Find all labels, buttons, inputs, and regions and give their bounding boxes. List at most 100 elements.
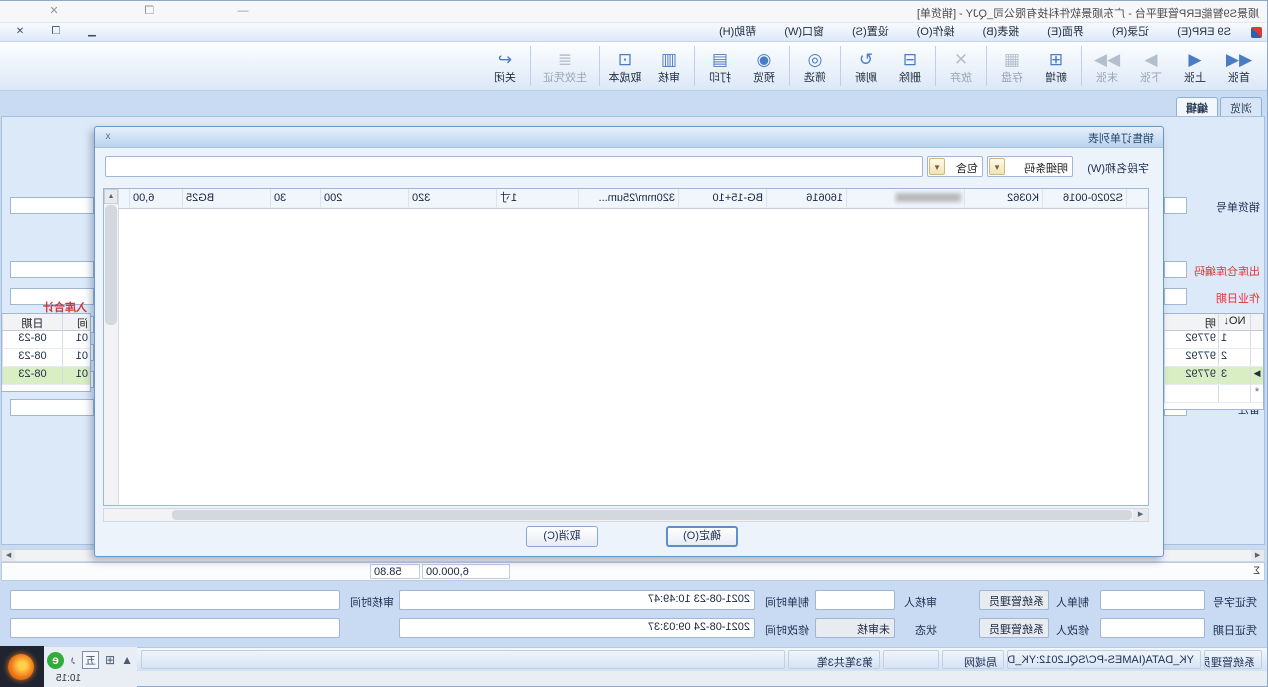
field-input-end[interactable] — [10, 261, 94, 278]
toolbar-separator — [789, 46, 790, 86]
search-operator-select[interactable]: 包含 ▼ — [927, 156, 983, 177]
menu-item-4[interactable]: 操作(O) — [903, 23, 969, 41]
minimize-window-icon[interactable]: — — [235, 4, 251, 19]
toolbar-button-审核[interactable]: ▥审核 — [647, 42, 691, 90]
审核-icon: ▥ — [661, 50, 677, 72]
toolbar-button-刷新[interactable]: ↻刷新 — [844, 42, 888, 90]
toolbar-button-删除[interactable]: ⊟删除 — [888, 42, 932, 90]
audit-time-label: 审核时间 — [350, 594, 394, 610]
order-row[interactable]: S2020-0016K0362160616BG-15+10320mm/25um.… — [117, 189, 1148, 208]
restore-window-icon[interactable]: ❐ — [141, 4, 157, 19]
dialog-close-icon[interactable]: x — [101, 130, 115, 144]
cancel-button[interactable]: 取消(C) — [526, 526, 598, 547]
toolbar-button-label: 取成本 — [609, 72, 642, 85]
menu-item-1[interactable]: 记录(R) — [1098, 23, 1163, 41]
search-input[interactable] — [105, 156, 923, 177]
menu-item-7[interactable]: 帮助(H) — [705, 23, 770, 41]
field-input-end[interactable] — [10, 399, 94, 416]
toolbar-button-首张[interactable]: ◀◀首张 — [1217, 42, 1261, 90]
customer-name-blur — [895, 193, 961, 203]
creator-field: 系统管理员 — [979, 590, 1049, 610]
toolbar-button-新增[interactable]: ⊞新增 — [1034, 42, 1078, 90]
toolbar-button-打印[interactable]: ▤打印 — [698, 42, 742, 90]
close-window-icon[interactable]: ✕ — [46, 4, 62, 19]
toolbar-separator — [694, 46, 695, 86]
field-input-end[interactable] — [10, 197, 94, 214]
toolbar-button-label: 关闭 — [494, 72, 516, 85]
status-user: 系统管理员 — [1204, 650, 1262, 669]
right-grid-row[interactable]: 0108-23 — [2, 349, 90, 367]
scroll-right-icon[interactable]: ▶ — [2, 550, 15, 561]
left-grid-row[interactable]: ▶397792 — [1164, 367, 1263, 385]
toolbar-button-存盘: ▦存盘 — [990, 42, 1034, 90]
taskbar-app-button[interactable] — [0, 646, 44, 687]
sum-icon: Σ — [1253, 565, 1260, 577]
table-horizontal-scrollbar[interactable]: ◀ — [103, 508, 1149, 522]
menu-item-6[interactable]: 窗口(W) — [770, 23, 838, 41]
生效凭证-icon: ≣ — [558, 50, 572, 72]
scrollbar-thumb[interactable] — [172, 510, 1132, 520]
toolbar-separator — [935, 46, 936, 86]
toolbar-button-label: 刷新 — [855, 72, 877, 85]
table-vertical-scrollbar[interactable]: ▲ — [104, 189, 119, 505]
chevron-down-icon[interactable]: ▼ — [929, 158, 945, 175]
scroll-left-icon[interactable]: ◀ — [1251, 550, 1264, 561]
secondary-empty-field — [10, 618, 340, 638]
search-field-select[interactable]: 明细条码 ▼ — [987, 156, 1073, 177]
末张-icon: ▶▶ — [1094, 50, 1120, 72]
grid-no-header: NO↓ — [1218, 314, 1250, 330]
right-grid-row[interactable]: 0108-23 — [2, 331, 90, 349]
dialog-titlebar[interactable]: 销售订单列表 x — [95, 127, 1163, 148]
field-name-label: 字段名称(W) — [1087, 160, 1149, 176]
menu-item-2[interactable]: 界面(E) — [1033, 23, 1098, 41]
modify-time-field: 2021-08-24 09:03:37 — [399, 618, 755, 638]
toolbar-button-label: 下张 — [1140, 72, 1162, 85]
首张-icon: ◀◀ — [1226, 50, 1252, 72]
note-icon[interactable]: ♪ — [70, 653, 76, 667]
toolbar-button-关闭[interactable]: ↩关闭 — [483, 42, 527, 90]
scroll-left-icon[interactable]: ◀ — [1133, 509, 1148, 521]
mdi-close-icon[interactable]: ✕ — [13, 26, 27, 37]
toolbar-button-label: 审核 — [658, 72, 680, 85]
toolbar-button-下张: ▶下张 — [1129, 42, 1173, 90]
left-grid-row[interactable]: 297792 — [1164, 349, 1263, 367]
关闭-icon: ↩ — [498, 50, 512, 72]
toolbar-button-label: 存盘 — [1001, 72, 1023, 85]
right-grid-row[interactable]: 0108-23 — [2, 367, 90, 385]
voucher-no-field[interactable] — [1100, 590, 1205, 610]
menu-item-3[interactable]: 报表(B) — [969, 23, 1034, 41]
toolbar-button-上张[interactable]: ◀上张 — [1173, 42, 1217, 90]
cell: 30 — [270, 189, 320, 208]
totals-row: Σ 6,000.00 58.80 — [1, 562, 1265, 581]
mdi-restore-icon[interactable]: ❐ — [49, 26, 63, 37]
mirrored-app-window: 顺景S9智能ERP管理平台 - 广东顺景软件科技有限公司_QJY - [销货单]… — [0, 0, 1268, 687]
grid-icon[interactable]: ⊞ — [105, 653, 115, 667]
green-browser-icon[interactable]: e — [47, 652, 64, 669]
field-label-销货单号: 销货单号 — [1216, 199, 1260, 215]
下张-icon: ▶ — [1144, 50, 1157, 72]
voucher-date-field[interactable] — [1100, 618, 1205, 638]
field-input-stub[interactable] — [1164, 261, 1187, 278]
app-logo-icon — [1251, 27, 1262, 38]
toolbar-button-预览[interactable]: ◉预览 — [742, 42, 786, 90]
wubi-ime-icon[interactable]: 五 — [82, 651, 99, 669]
field-input-stub[interactable] — [1164, 288, 1187, 305]
scrollbar-thumb[interactable] — [105, 205, 117, 325]
menu-item-0[interactable]: S9 ERP(E) — [1163, 23, 1245, 41]
toolbar-button-筛选[interactable]: ◎筛选 — [793, 42, 837, 90]
menu-item-5[interactable]: 设置(S) — [838, 23, 903, 41]
toolbar-button-取成本[interactable]: ⊡取成本 — [603, 42, 647, 90]
field-input-stub[interactable] — [1164, 197, 1187, 214]
main-grid-right-strip: 间 日期 0108-230108-230108-23 — [1, 313, 91, 392]
cell: 1寸 — [496, 189, 578, 208]
toolbar-button-生效凭证: ≣生效凭证 — [534, 42, 596, 90]
orange-app-icon — [9, 654, 35, 680]
taskbar-clock: 10:15 — [56, 673, 81, 684]
scroll-up-icon[interactable]: ▲ — [104, 189, 118, 204]
ok-button[interactable]: 确定(O) — [666, 526, 738, 547]
chevron-up-icon[interactable]: ▲ — [121, 653, 133, 667]
left-grid-new-row: * — [1164, 385, 1263, 403]
chevron-down-icon[interactable]: ▼ — [989, 158, 1005, 175]
mdi-minimize-icon[interactable]: ▁ — [85, 26, 99, 37]
left-grid-row[interactable]: 197792 — [1164, 331, 1263, 349]
